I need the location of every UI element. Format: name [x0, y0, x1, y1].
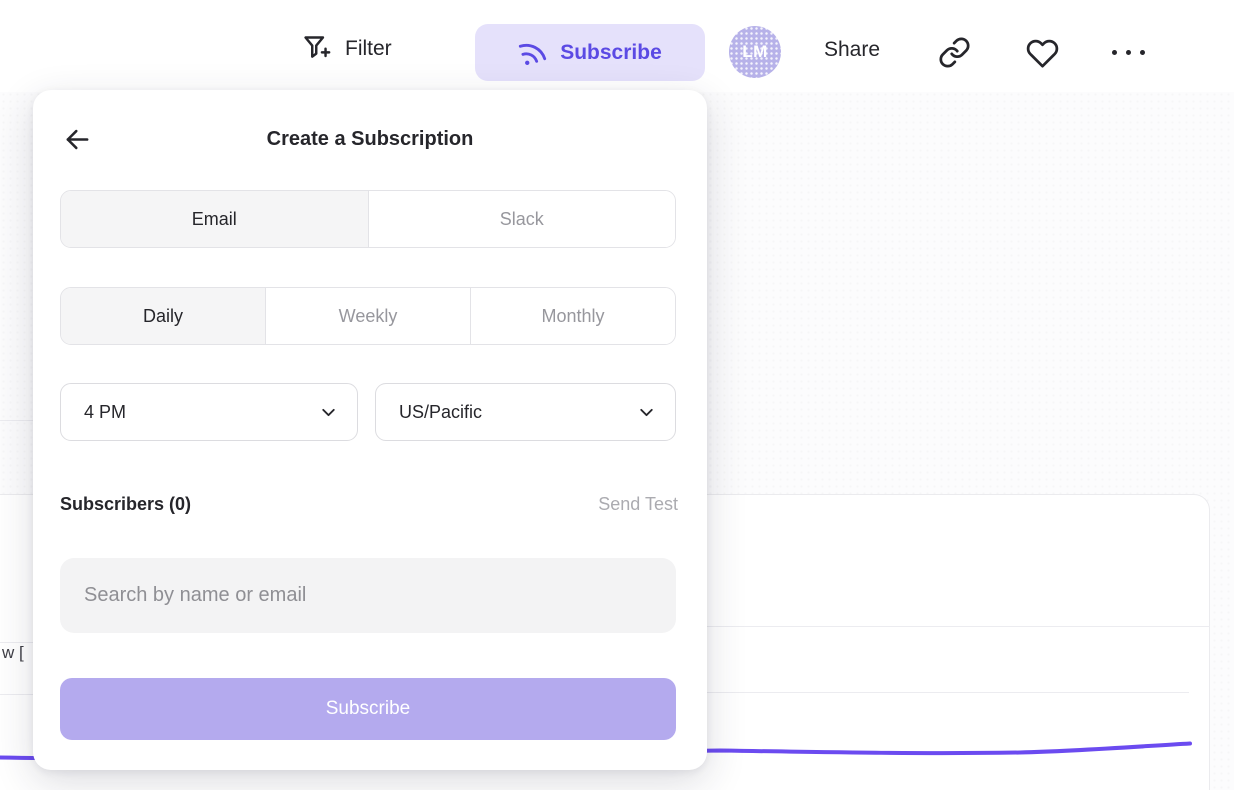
share-button[interactable]: Share: [824, 38, 880, 62]
channel-tabs: Email Slack: [60, 190, 676, 248]
bg-partial-row-text: w [: [2, 643, 24, 663]
tab-weekly[interactable]: Weekly: [265, 288, 470, 344]
bg-chart-gridline: [707, 692, 1189, 693]
heart-icon: [1026, 37, 1059, 70]
subscriber-search: [60, 558, 676, 633]
tab-daily[interactable]: Daily: [61, 288, 265, 344]
filter-button[interactable]: Filter: [301, 33, 392, 64]
toolbar: Filter Subscribe LM Share: [0, 0, 1234, 92]
share-label: Share: [824, 38, 880, 62]
avatar-initials: LM: [742, 42, 768, 62]
chevron-down-icon: [318, 402, 339, 423]
time-select-value: 4 PM: [84, 402, 126, 423]
tab-email[interactable]: Email: [61, 191, 368, 247]
subscribers-row: Subscribers (0) Send Test: [60, 494, 678, 515]
filter-label: Filter: [345, 37, 392, 61]
more-menu-button[interactable]: [1112, 50, 1145, 55]
favorite-button[interactable]: [1026, 37, 1059, 70]
filter-plus-icon: [301, 33, 332, 64]
subscriber-search-input[interactable]: [60, 584, 676, 607]
time-select[interactable]: 4 PM: [60, 383, 358, 441]
send-test-button[interactable]: Send Test: [598, 494, 678, 515]
rss-icon: [514, 34, 551, 71]
avatar[interactable]: LM: [729, 26, 781, 78]
timezone-select-value: US/Pacific: [399, 402, 482, 423]
copy-link-button[interactable]: [938, 36, 971, 69]
bg-chart-gridline: [707, 626, 1210, 627]
create-subscription-modal: Create a Subscription Email Slack Daily …: [33, 90, 707, 770]
tab-slack[interactable]: Slack: [368, 191, 676, 247]
toolbar-subscribe-label: Subscribe: [560, 41, 662, 65]
frequency-tabs: Daily Weekly Monthly: [60, 287, 676, 345]
toolbar-subscribe-button[interactable]: Subscribe: [475, 24, 705, 81]
timezone-select[interactable]: US/Pacific: [375, 383, 676, 441]
tab-monthly[interactable]: Monthly: [470, 288, 675, 344]
modal-title: Create a Subscription: [33, 128, 707, 151]
modal-subscribe-button[interactable]: Subscribe: [60, 678, 676, 740]
bg-row-divider: [0, 694, 36, 695]
subscribers-count-label: Subscribers (0): [60, 494, 191, 515]
ellipsis-icon: [1112, 50, 1145, 55]
link-icon: [938, 36, 971, 69]
chevron-down-icon: [636, 402, 657, 423]
